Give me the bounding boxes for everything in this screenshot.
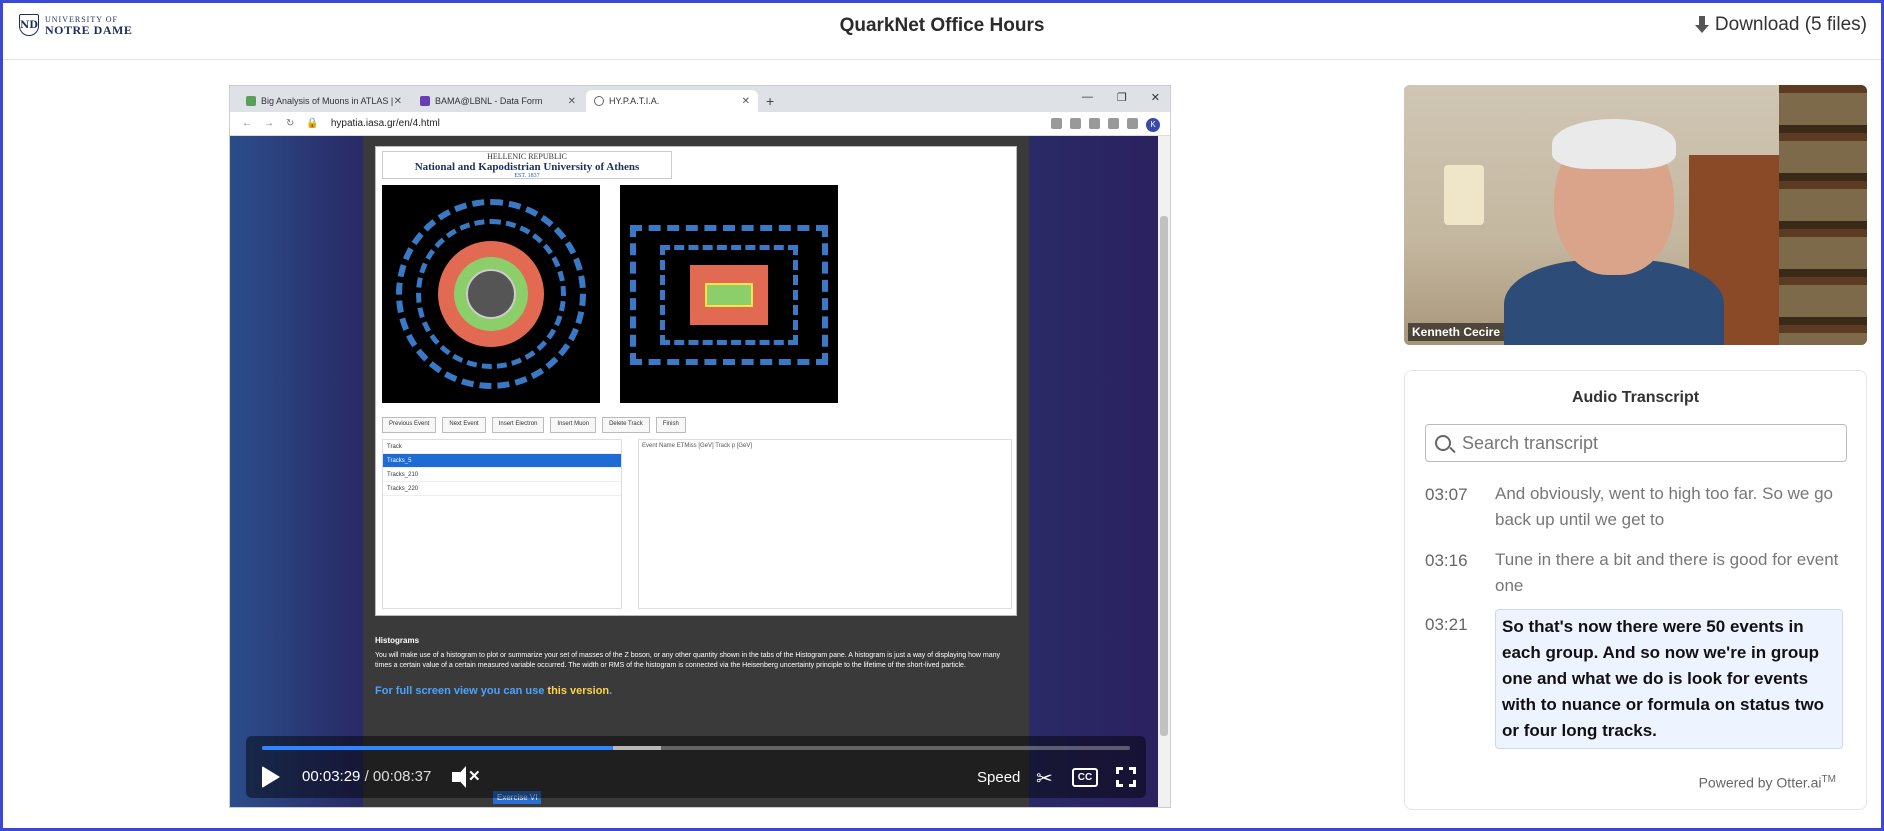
table-header: Track bbox=[383, 440, 621, 454]
close-tab-icon[interactable]: ✕ bbox=[394, 96, 402, 107]
event-table-header: Event Name ETMiss [GeV] Track p [GeV] bbox=[642, 443, 753, 449]
video-player[interactable]: Big Analysis of Muons in ATLAS | ✕ BAMA@… bbox=[229, 85, 1171, 808]
tab-label: BAMA@LBNL - Data Form bbox=[435, 96, 543, 106]
close-tab-icon[interactable]: ✕ bbox=[742, 96, 750, 107]
tab-label: HY.P.A.T.I.A. bbox=[609, 96, 660, 106]
zoom-icon[interactable] bbox=[1051, 118, 1062, 129]
search-transcript-input[interactable]: Search transcript bbox=[1425, 424, 1847, 462]
new-tab-icon[interactable]: + bbox=[766, 93, 774, 109]
transcript-text: Tune in there a bit and there is good fo… bbox=[1495, 550, 1839, 595]
histogram-section: Histograms You will make use of a histog… bbox=[375, 636, 1017, 697]
banner-line2: National and Kapodistrian University of … bbox=[414, 161, 640, 173]
insert-muon-button[interactable]: Insert Muon bbox=[550, 417, 597, 433]
tab-label: Big Analysis of Muons in ATLAS | bbox=[261, 96, 394, 106]
detector-transverse-view[interactable] bbox=[382, 185, 600, 403]
speaker-name: Kenneth Cecire bbox=[1408, 323, 1505, 341]
closed-captions-button[interactable]: CC bbox=[1072, 768, 1098, 787]
browser-tab-bama[interactable]: Big Analysis of Muons in ATLAS | ✕ bbox=[238, 90, 410, 112]
tab-favicon-icon bbox=[420, 96, 430, 106]
lock-icon: 🔒 bbox=[306, 118, 319, 129]
browser-tab-strip: Big Analysis of Muons in ATLAS | ✕ BAMA@… bbox=[230, 86, 1170, 112]
track-table: Track Tracks_5 Tracks_210 Tracks_220 bbox=[382, 439, 622, 609]
download-button[interactable]: Download (5 files) bbox=[1694, 14, 1867, 36]
time-display: 00:03:29 / 00:08:37 bbox=[302, 768, 432, 785]
timestamp[interactable]: 03:21 bbox=[1425, 609, 1477, 749]
histogram-heading: Histograms bbox=[375, 636, 420, 645]
finish-button[interactable]: Finish bbox=[655, 417, 686, 433]
powered-by[interactable]: Powered by Otter.aiTM bbox=[1699, 774, 1836, 791]
extension-icon[interactable] bbox=[1089, 118, 1100, 129]
mute-icon[interactable]: ✕ bbox=[452, 766, 481, 788]
banner-line1: HELLENIC REPUBLIC bbox=[487, 152, 567, 161]
reload-icon[interactable]: ↻ bbox=[286, 118, 294, 129]
bookshelf bbox=[1779, 85, 1867, 345]
insert-electron-button[interactable]: Insert Electron bbox=[491, 417, 545, 433]
buffered-bar bbox=[612, 746, 662, 750]
transcript-panel: Audio Transcript Search transcript 03:07… bbox=[1404, 370, 1867, 810]
university-banner: HELLENIC REPUBLIC National and Kapodistr… bbox=[382, 151, 672, 179]
timestamp[interactable]: 03:07 bbox=[1425, 479, 1477, 533]
download-label: Download (5 files) bbox=[1714, 14, 1867, 35]
page-scrollbar[interactable] bbox=[1158, 136, 1170, 807]
trademark: TM bbox=[1821, 774, 1836, 786]
play-icon[interactable] bbox=[262, 766, 280, 788]
tab-favicon-icon bbox=[246, 96, 256, 106]
search-icon bbox=[1435, 435, 1451, 451]
lamp bbox=[1444, 165, 1484, 225]
speaker bbox=[1504, 119, 1724, 345]
webcam-video: Kenneth Cecire bbox=[1404, 85, 1867, 345]
histogram-text: You will make use of a histogram to plot… bbox=[375, 652, 1000, 669]
played-bar bbox=[262, 746, 613, 750]
banner-line3: EST. 1837 bbox=[514, 173, 540, 179]
video-controls: 00:03:29 / 00:08:37 ✕ Speed ✂ CC bbox=[246, 736, 1146, 798]
puzzle-icon[interactable] bbox=[1127, 118, 1138, 129]
hypatia-page: HELLENIC REPUBLIC National and Kapodistr… bbox=[230, 136, 1160, 807]
powered-by-label: Powered by Otter.ai bbox=[1698, 775, 1822, 791]
event-table: Event Name ETMiss [GeV] Track p [GeV] bbox=[638, 439, 1012, 609]
table-row[interactable]: Tracks_5 bbox=[383, 454, 621, 468]
table-row[interactable]: Tracks_220 bbox=[383, 482, 621, 496]
extension-icon[interactable] bbox=[1108, 118, 1119, 129]
page-header: ND UNIVERSITY OF NOTRE DAME QuarkNet Off… bbox=[3, 3, 1881, 60]
delete-track-button[interactable]: Delete Track bbox=[602, 417, 650, 433]
seek-bar[interactable] bbox=[262, 746, 1130, 750]
back-icon[interactable]: ← bbox=[242, 118, 252, 129]
full-screen-link[interactable]: this version bbox=[547, 685, 609, 697]
hypatia-app: HELLENIC REPUBLIC National and Kapodistr… bbox=[375, 146, 1017, 616]
url-field[interactable]: hypatia.iasa.gr/en/4.html bbox=[331, 118, 440, 129]
hypatia-panel: HELLENIC REPUBLIC National and Kapodistr… bbox=[363, 136, 1029, 807]
detector-longitudinal-view[interactable] bbox=[620, 185, 838, 403]
transcript-text: And obviously, went to high too far. So … bbox=[1495, 484, 1834, 529]
duration: 00:08:37 bbox=[372, 768, 432, 785]
browser-tab-hypatia[interactable]: HY.P.A.T.I.A. ✕ bbox=[586, 90, 758, 112]
scissors-icon[interactable]: ✂ bbox=[1036, 766, 1053, 791]
transcript-entry[interactable]: 03:07 And obviously, went to high too fa… bbox=[1425, 479, 1855, 533]
transcript-entry[interactable]: 03:16 Tune in there a bit and there is g… bbox=[1425, 545, 1855, 599]
close-tab-icon[interactable]: ✕ bbox=[568, 96, 576, 107]
timestamp[interactable]: 03:16 bbox=[1425, 545, 1477, 599]
bookmark-star-icon[interactable] bbox=[1070, 118, 1081, 129]
close-window-icon[interactable]: ✕ bbox=[1151, 91, 1160, 104]
full-screen-note: For full screen view you can use this ve… bbox=[375, 685, 613, 697]
page-title: QuarkNet Office Hours bbox=[839, 15, 1045, 36]
globe-icon bbox=[594, 96, 604, 106]
table-row[interactable]: Tracks_210 bbox=[383, 468, 621, 482]
full-screen-prefix: For full screen view you can use bbox=[375, 685, 545, 697]
transcript-text: So that's now there were 50 events in ea… bbox=[1495, 609, 1843, 749]
download-icon bbox=[1694, 16, 1709, 34]
event-controls: Previous Event Next Event Insert Electro… bbox=[382, 417, 1012, 433]
previous-event-button[interactable]: Previous Event bbox=[382, 417, 437, 433]
browser-tab-data-form[interactable]: BAMA@LBNL - Data Form ✕ bbox=[412, 90, 584, 112]
transcript-title: Audio Transcript bbox=[1571, 389, 1700, 406]
profile-avatar[interactable]: K bbox=[1146, 118, 1160, 132]
forward-icon[interactable]: → bbox=[264, 118, 274, 129]
address-bar: ← → ↻ 🔒 hypatia.iasa.gr/en/4.html K bbox=[230, 112, 1170, 136]
next-event-button[interactable]: Next Event bbox=[442, 417, 486, 433]
current-time: 00:03:29 bbox=[302, 768, 361, 785]
fullscreen-icon[interactable] bbox=[1116, 767, 1136, 787]
minimize-icon[interactable]: — bbox=[1082, 91, 1093, 104]
transcript-entry-active[interactable]: 03:21 So that's now there were 50 events… bbox=[1425, 609, 1855, 749]
restore-icon[interactable]: ❐ bbox=[1117, 91, 1127, 104]
speed-button[interactable]: Speed bbox=[977, 769, 1020, 786]
